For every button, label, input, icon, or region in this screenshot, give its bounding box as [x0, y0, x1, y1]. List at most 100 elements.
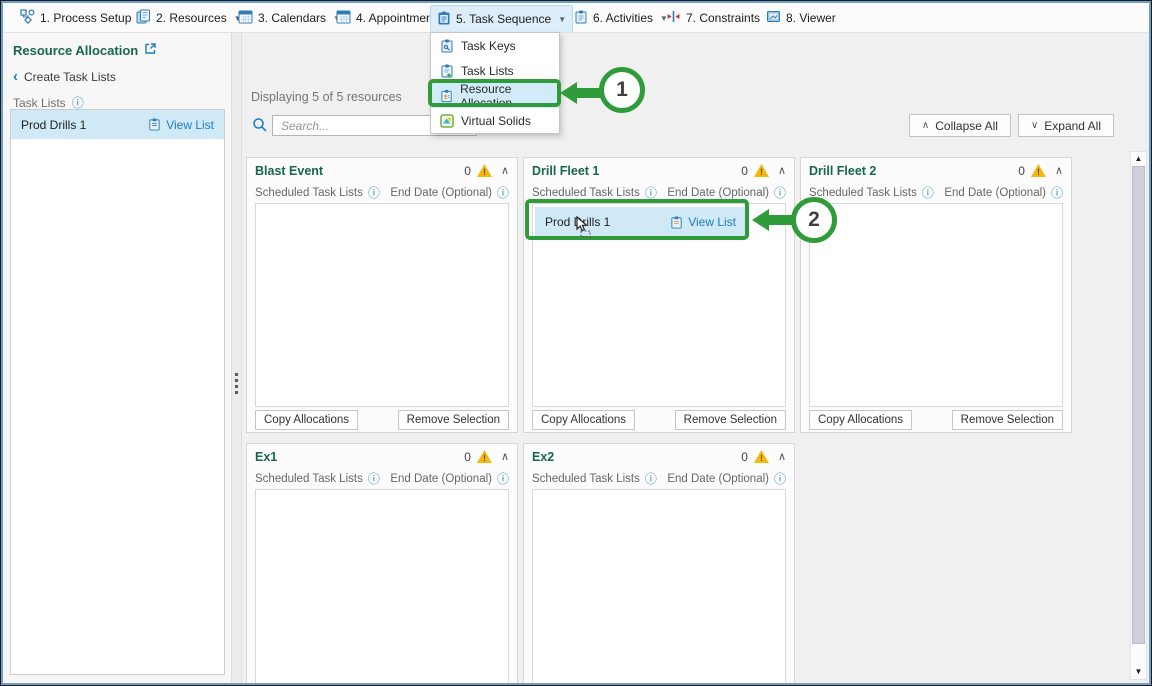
- chevron-left-icon: ‹: [13, 68, 18, 85]
- view-list-link[interactable]: View List: [148, 118, 214, 132]
- nav-label: 3. Calendars: [258, 11, 327, 25]
- task-lists-panel: Prod Drills 1 View List: [10, 109, 225, 675]
- end-date-col-label: End Date (Optional): [390, 186, 492, 199]
- nav-label: 1. Process Setup: [40, 11, 132, 25]
- end-date-col-label: End Date (Optional): [390, 472, 492, 485]
- page-title-label: Resource Allocation: [13, 42, 139, 58]
- nav-label: 2. Resources: [156, 11, 227, 25]
- info-icon[interactable]: ⓘ: [774, 184, 786, 201]
- scheduled-col-label: Scheduled Task Lists: [532, 472, 640, 485]
- annotation-highlight-box-2: [525, 199, 749, 240]
- calendar-icon: [336, 9, 351, 27]
- chevron-up-icon: ∧: [921, 120, 930, 131]
- menu-item-task-keys[interactable]: Task Keys: [431, 33, 559, 58]
- menu-item-virtual-solids[interactable]: Virtual Solids: [431, 108, 559, 133]
- scroll-down-icon[interactable]: ▼: [1131, 665, 1146, 679]
- end-date-col-label: End Date (Optional): [667, 186, 769, 199]
- end-date-col-label: End Date (Optional): [944, 186, 1046, 199]
- scheduled-col-label: Scheduled Task Lists: [809, 186, 917, 199]
- card-title: Ex2: [532, 449, 555, 464]
- virtual-solids-icon: [440, 113, 454, 128]
- copy-allocations-button[interactable]: Copy Allocations: [809, 410, 913, 430]
- app-frame: 1. Process Setup ▼ 2. Resources ▼ 3. Cal…: [1, 1, 1151, 685]
- info-icon[interactable]: ⓘ: [497, 470, 509, 487]
- step-number: 2: [808, 208, 820, 231]
- scheduled-col-label: Scheduled Task Lists: [255, 472, 363, 485]
- collapse-card-icon[interactable]: ∧: [778, 164, 786, 177]
- expand-all-label: Expand All: [1044, 118, 1101, 133]
- allocation-count: 0: [464, 163, 471, 178]
- annotation-arrow-shaft-2: [767, 215, 793, 225]
- annotation-highlight-box-1: [428, 79, 561, 107]
- info-icon[interactable]: ⓘ: [368, 184, 380, 201]
- external-link-icon[interactable]: [144, 42, 157, 58]
- warning-icon: [1030, 164, 1046, 177]
- chevron-down-icon: ∨: [1030, 120, 1039, 131]
- vertical-scrollbar[interactable]: ▲ ▼: [1130, 151, 1147, 680]
- nav-item-activities[interactable]: 6. Activities ▼: [568, 3, 674, 33]
- task-list-item-prod-drills-1[interactable]: Prod Drills 1 View List: [11, 110, 224, 139]
- collapse-card-icon[interactable]: ∧: [501, 164, 509, 177]
- collapse-card-icon[interactable]: ∧: [778, 450, 786, 463]
- scrollbar-thumb[interactable]: [1132, 166, 1145, 644]
- constraints-icon: [666, 9, 681, 27]
- task-lists-icon: [441, 64, 453, 77]
- expand-collapse-actions: ∧ Collapse All ∨ Expand All: [908, 114, 1114, 137]
- resource-card-ex2: Ex2 0 ∧ Scheduled Task Lists ⓘ End Date (…: [523, 443, 795, 683]
- dropdown-caret-icon: ▼: [558, 14, 567, 24]
- collapse-all-button[interactable]: ∧ Collapse All: [908, 114, 1011, 137]
- sidebar-splitter[interactable]: [231, 33, 242, 683]
- page-title: Resource Allocation: [13, 42, 157, 58]
- info-icon[interactable]: ⓘ: [922, 184, 934, 201]
- card-title: Drill Fleet 1: [532, 163, 600, 178]
- collapse-card-icon[interactable]: ∧: [501, 450, 509, 463]
- menu-item-label: Virtual Solids: [461, 113, 531, 128]
- resource-card-drill-fleet-2: Drill Fleet 2 0 ∧ Scheduled Task Listsⓘ …: [800, 157, 1072, 433]
- view-list-label: View List: [166, 117, 214, 132]
- nav-label: 5. Task Sequence: [456, 12, 552, 26]
- splitter-grip-icon: [235, 373, 238, 394]
- info-icon[interactable]: ⓘ: [774, 470, 786, 487]
- step-number: 1: [616, 78, 628, 101]
- allocation-drop-zone[interactable]: [532, 489, 786, 683]
- info-icon[interactable]: ⓘ: [368, 470, 380, 487]
- remove-selection-button[interactable]: Remove Selection: [674, 410, 786, 430]
- resource-count-status: Displaying 5 of 5 resources: [251, 90, 402, 104]
- back-link-create-task-lists[interactable]: ‹ Create Task Lists: [13, 69, 116, 84]
- info-icon[interactable]: ⓘ: [497, 184, 509, 201]
- scheduled-col-label: Scheduled Task Lists: [532, 186, 640, 199]
- collapse-card-icon[interactable]: ∧: [1055, 164, 1063, 177]
- nav-item-viewer[interactable]: 8. Viewer: [760, 3, 842, 33]
- copy-allocations-button[interactable]: Copy Allocations: [255, 410, 359, 430]
- allocation-count: 0: [1018, 163, 1025, 178]
- nav-label: 7. Constraints: [686, 11, 761, 25]
- menu-item-label: Task Keys: [461, 38, 516, 53]
- scroll-up-icon[interactable]: ▲: [1131, 152, 1146, 166]
- warning-icon: [753, 164, 769, 177]
- card-title: Blast Event: [255, 163, 324, 178]
- remove-selection-button[interactable]: Remove Selection: [951, 410, 1063, 430]
- warning-icon: [753, 450, 769, 463]
- warning-icon: [476, 450, 492, 463]
- resource-card-blast-event: Blast Event 0 ∧ Scheduled Task Lists ⓘ En…: [246, 157, 518, 433]
- nav-label: 8. Viewer: [786, 11, 836, 25]
- allocation-drop-zone[interactable]: [255, 489, 509, 683]
- expand-all-button[interactable]: ∨ Expand All: [1017, 114, 1114, 137]
- allocation-drop-zone[interactable]: [809, 203, 1063, 407]
- info-icon[interactable]: ⓘ: [645, 470, 657, 487]
- back-link-label: Create Task Lists: [24, 69, 116, 84]
- card-title: Ex1: [255, 449, 278, 464]
- info-icon[interactable]: ⓘ: [1051, 184, 1063, 201]
- app-window: 1. Process Setup ▼ 2. Resources ▼ 3. Cal…: [0, 0, 1152, 686]
- clipboard-icon: [437, 11, 451, 28]
- search-icon: [252, 117, 268, 138]
- copy-allocations-button[interactable]: Copy Allocations: [532, 410, 636, 430]
- sidebar: Resource Allocation ‹ Create Task Lists …: [3, 33, 231, 683]
- nav-item-resources[interactable]: 2. Resources ▼: [130, 3, 248, 33]
- section-label: Task Lists: [13, 95, 66, 110]
- remove-selection-button[interactable]: Remove Selection: [397, 410, 509, 430]
- allocation-drop-zone[interactable]: [255, 203, 509, 407]
- nav-item-task-sequence[interactable]: 5. Task Sequence ▼: [430, 5, 574, 32]
- card-title: Drill Fleet 2: [809, 163, 877, 178]
- task-list-name: Prod Drills 1: [21, 117, 87, 132]
